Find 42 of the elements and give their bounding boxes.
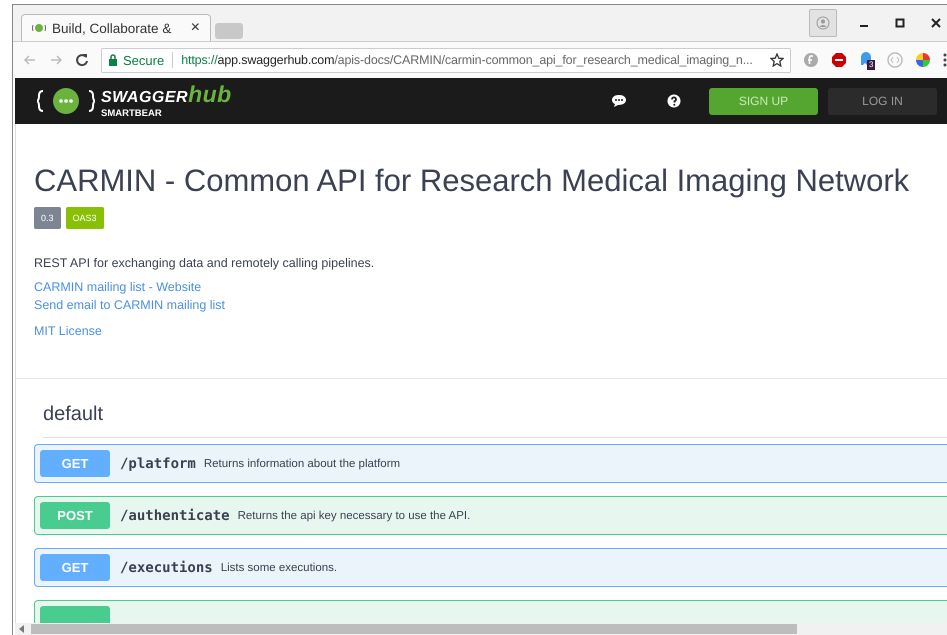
person-icon	[816, 16, 830, 30]
browser-tab[interactable]: Build, Collaborate & ×	[21, 14, 211, 41]
operation-row[interactable]: GET /executions Lists some executions.	[34, 548, 947, 587]
horizontal-scrollbar[interactable]	[15, 623, 947, 635]
version-badge: 0.3	[34, 207, 61, 229]
brand-name: SWAGGERhub	[101, 84, 232, 108]
scroll-left-icon[interactable]	[19, 625, 25, 633]
brand-subtitle: SMARTBEAR	[101, 108, 163, 118]
method-badge: GET	[40, 450, 110, 477]
endpoint-summary: Lists some executions.	[220, 562, 338, 574]
help-icon[interactable]	[667, 94, 681, 108]
endpoint-path: /platform	[120, 456, 196, 472]
endpoint-path: /authenticate	[120, 508, 230, 524]
log-in-button[interactable]: LOG IN	[828, 88, 937, 114]
swagger-favicon-icon	[32, 23, 46, 33]
adblock-icon[interactable]	[831, 52, 847, 68]
section-title[interactable]: default	[43, 403, 947, 438]
reload-icon[interactable]	[75, 53, 89, 67]
star-icon[interactable]	[770, 53, 784, 67]
menu-icon[interactable]	[943, 53, 947, 67]
method-badge: POST	[40, 502, 110, 529]
operation-row[interactable]: POST /authenticate Returns the api key necessary to use the API.	[34, 496, 947, 535]
close-icon[interactable]	[931, 18, 941, 28]
method-badge: GET	[40, 554, 110, 581]
chat-icon[interactable]	[611, 94, 627, 108]
address-bar[interactable]: Secure https://app.swaggerhub.com/apis-docs/CARMIN/carmin-common_api_for_research_medical_imaging_n...	[101, 48, 791, 72]
endpoint-summary: Returns information about the platform	[204, 458, 400, 470]
maximize-icon[interactable]	[895, 18, 905, 28]
operation-row[interactable]: GET /platform Returns information about the platform	[34, 444, 947, 483]
lock-icon	[108, 54, 118, 66]
count-badge: 3	[867, 60, 876, 70]
api-title: CARMIN - Common API for Research Medical Imaging Network	[34, 163, 910, 199]
url-text: https://app.swaggerhub.com/apis-docs/CARMIN/carmin-common_api_for_research_medical_imaging_n...	[181, 53, 753, 67]
swagger-logo-icon	[37, 87, 95, 115]
tab-title: Build, Collaborate &	[52, 20, 172, 36]
color-wheel-icon[interactable]	[915, 52, 931, 68]
api-description: REST API for exchanging data and remotely calling pipelines.	[34, 256, 376, 270]
endpoint-summary: Returns the api key necessary to use the API.	[238, 510, 470, 522]
version-badge: OAS3	[66, 207, 104, 229]
secure-label: Secure	[123, 52, 164, 68]
tab-close-button[interactable]: ×	[190, 19, 200, 37]
endpoint-path: /executions	[120, 560, 213, 576]
